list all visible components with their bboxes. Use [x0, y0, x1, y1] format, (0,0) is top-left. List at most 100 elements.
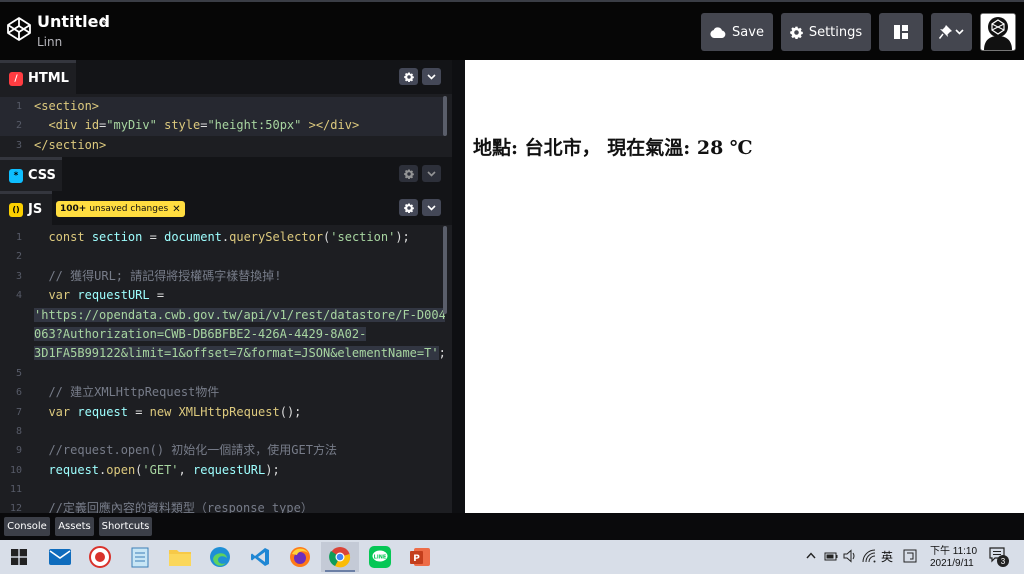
- chevron-down-icon: [955, 29, 964, 35]
- js-settings-button[interactable]: [399, 199, 418, 216]
- code-text: var request = new XMLHttpRequest();: [48, 404, 302, 419]
- line-number: 1: [15, 101, 22, 112]
- js-tab-label: JS: [28, 202, 43, 217]
- line-number: 6: [15, 387, 22, 399]
- code-line[interactable]: 2 <div id="myDiv" style="height:50px" ><…: [0, 116, 445, 136]
- console-button[interactable]: Console: [4, 517, 50, 536]
- code-text: var requestURL =: [48, 288, 165, 303]
- author-name[interactable]: Linn: [37, 35, 62, 49]
- chevron-down-icon: [427, 204, 436, 211]
- js-editor-scrollbar[interactable]: [443, 226, 447, 314]
- code-line[interactable]: 5: [0, 364, 445, 383]
- start-button[interactable]: [0, 542, 38, 572]
- clock-date[interactable]: 2021/9/11: [930, 558, 974, 569]
- html-code-editor[interactable]: 1 <section> 2 <div id="myDiv" style="heigh…: [0, 97, 445, 157]
- chrome-icon: [329, 547, 351, 568]
- html-collapse-button[interactable]: [422, 68, 441, 85]
- js-tab[interactable]: () JS: [0, 191, 52, 225]
- notification-center-button[interactable]: 3: [989, 547, 1009, 567]
- js-collapse-button[interactable]: [422, 199, 441, 216]
- taskbar-notepad[interactable]: [121, 542, 159, 572]
- result-preview: 地點: 台北市， 現在氣溫: 28 ℃: [465, 60, 1024, 513]
- taskbar-edge[interactable]: [201, 542, 239, 572]
- code-text: 063?Authorization=CWB-DB6BFBE2-426A-4429…: [34, 326, 367, 341]
- code-line[interactable]: 2: [0, 247, 445, 266]
- assets-button[interactable]: Assets: [55, 517, 94, 536]
- code-line[interactable]: 12 //定義回應內容的資料類型（response type）: [0, 499, 445, 513]
- code-line[interactable]: 1 const section = document.querySelector…: [0, 228, 445, 247]
- chevron-up-icon[interactable]: [806, 552, 816, 559]
- code-line[interactable]: 3 // 獲得URL; 請記得將授權碼字樣替換掉!: [0, 267, 445, 286]
- code-line[interactable]: 11: [0, 480, 445, 499]
- pin-menu-button[interactable]: [931, 13, 972, 51]
- code-line[interactable]: 6 // 建立XMLHttpRequest物件: [0, 383, 445, 402]
- code-line[interactable]: 8: [0, 422, 445, 441]
- input-method-icon[interactable]: [903, 549, 917, 563]
- code-line[interactable]: 'https://opendata.cwb.gov.tw/api/v1/rest…: [0, 306, 445, 325]
- battery-icon[interactable]: [824, 550, 838, 562]
- editor-pane: / HTML 1 <section> 2 <div id="myDiv" style…: [0, 60, 452, 513]
- clock-time[interactable]: 下午 11:10: [930, 542, 977, 557]
- code-line[interactable]: 4 var requestURL =: [0, 286, 445, 305]
- taskbar-vscode[interactable]: [241, 542, 279, 572]
- mail-icon: [49, 549, 71, 565]
- volume-icon[interactable]: [843, 549, 857, 563]
- taskbar-line[interactable]: LINE: [361, 542, 399, 572]
- change-view-button[interactable]: [879, 13, 923, 51]
- css-collapse-button[interactable]: [422, 165, 441, 182]
- html-editor-header: / HTML: [0, 60, 452, 94]
- codepen-logo-icon[interactable]: [6, 16, 32, 42]
- record-icon: [89, 546, 111, 568]
- save-button[interactable]: Save: [701, 13, 773, 51]
- line-number: 1: [15, 232, 22, 243]
- settings-button[interactable]: Settings: [781, 13, 871, 51]
- line-number: 10: [9, 464, 22, 476]
- unsaved-text: unsaved changes: [89, 204, 169, 214]
- line-number: 4: [15, 290, 22, 302]
- code-line[interactable]: 1 <section>: [0, 97, 445, 117]
- line-number: 8: [15, 425, 22, 437]
- code-line[interactable]: 063?Authorization=CWB-DB6BFBE2-426A-4429…: [0, 325, 445, 344]
- cloud-icon: [710, 26, 726, 38]
- css-tab[interactable]: * CSS: [0, 157, 62, 191]
- taskbar-file-explorer[interactable]: [161, 542, 199, 572]
- edit-title-pencil-icon[interactable]: ✎: [100, 15, 109, 28]
- html-settings-button[interactable]: [399, 68, 418, 85]
- code-line[interactable]: 10 request.open('GET', requestURL);: [0, 461, 445, 480]
- code-text: request.open('GET', requestURL);: [48, 462, 280, 477]
- html-tab[interactable]: / HTML: [0, 60, 76, 94]
- close-icon[interactable]: ✕: [172, 204, 180, 215]
- code-line[interactable]: 9 //request.open() 初始化一個請求，使用GET方法: [0, 441, 445, 460]
- js-code-editor[interactable]: 1 const section = document.querySelector…: [0, 228, 445, 513]
- taskbar-chrome[interactable]: [321, 542, 359, 572]
- pen-title[interactable]: Untitled: [37, 12, 110, 31]
- resize-divider[interactable]: [452, 60, 465, 513]
- code-line[interactable]: 7 var request = new XMLHttpRequest();: [0, 403, 445, 422]
- powerpoint-icon: P: [410, 548, 430, 566]
- taskbar-powerpoint[interactable]: P: [401, 542, 439, 572]
- windows-taskbar: LINE P 英 下午 11:10 2021/9/11 3: [0, 540, 1024, 574]
- ime-indicator[interactable]: 英: [881, 548, 893, 565]
- shortcuts-button[interactable]: Shortcuts: [99, 517, 152, 536]
- avatar-image-icon: [981, 14, 1015, 50]
- js-icon: (): [9, 202, 23, 217]
- unsaved-changes-badge[interactable]: 100+ unsaved changes ✕: [56, 201, 185, 217]
- line-number: 11: [9, 484, 22, 496]
- line-number: 7: [15, 406, 22, 418]
- code-text: const section = document.querySelector('…: [48, 230, 410, 244]
- code-text: // 建立XMLHttpRequest物件: [48, 385, 220, 400]
- user-avatar[interactable]: [980, 13, 1016, 51]
- code-text: 3D1FA5B99122&limit=1&offset=7&format=JSO…: [34, 346, 445, 361]
- weather-output-text: 地點: 台北市， 現在氣溫: 28 ℃: [473, 137, 753, 159]
- wifi-icon[interactable]: [862, 549, 876, 563]
- code-line[interactable]: 3 </section>: [0, 136, 445, 155]
- gear-icon: [403, 203, 414, 213]
- html-editor-scrollbar[interactable]: [443, 96, 447, 136]
- taskbar-firefox[interactable]: [281, 542, 319, 572]
- code-line[interactable]: 3D1FA5B99122&limit=1&offset=7&format=JSO…: [0, 344, 445, 363]
- taskbar-screen-recorder[interactable]: [81, 542, 119, 572]
- css-settings-button[interactable]: [399, 165, 418, 182]
- taskbar-mail[interactable]: [41, 542, 79, 572]
- vscode-icon: [251, 548, 269, 566]
- line-number: 2: [15, 120, 22, 132]
